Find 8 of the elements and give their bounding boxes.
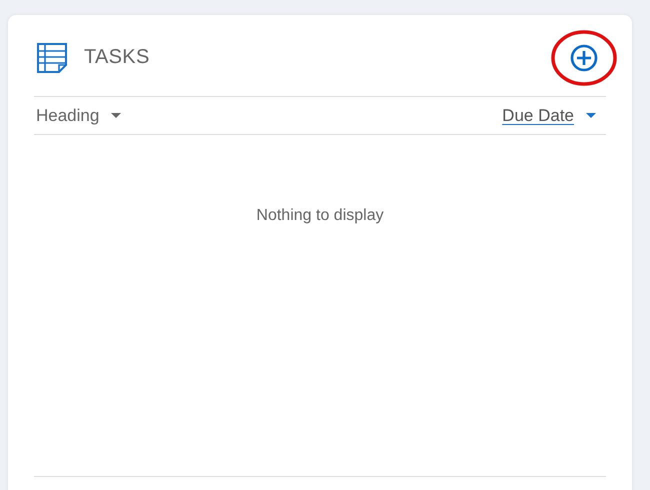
caret-icon[interactable] [586, 113, 596, 118]
panel-title: TASKS [84, 46, 150, 69]
column-header[interactable]: Due Date [502, 106, 574, 126]
list-sheet-icon [36, 42, 68, 74]
add-icon[interactable] [570, 44, 598, 72]
column-header[interactable]: Heading [36, 106, 100, 126]
empty-message: Nothing to display [256, 207, 384, 225]
caret-icon[interactable] [111, 113, 122, 118]
